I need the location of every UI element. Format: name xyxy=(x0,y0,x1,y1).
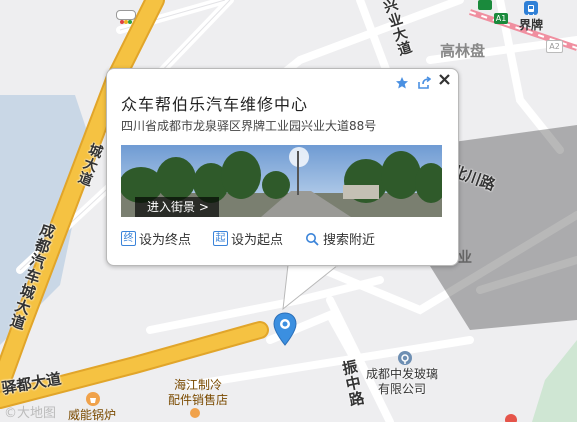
set-destination-button[interactable]: 终 设为终点 xyxy=(121,229,191,248)
search-nearby-button[interactable]: 搜索附近 xyxy=(305,229,375,248)
metro-station-icon xyxy=(524,1,538,16)
highway-shield-icon xyxy=(478,0,492,10)
poi-label-haijiang[interactable]: 海江制冷 配件销售店 xyxy=(168,378,228,408)
highway-badge-a2: A2 xyxy=(546,40,563,53)
search-nearby-label: 搜索附近 xyxy=(323,233,376,248)
traffic-light-icon xyxy=(116,10,136,24)
company-poi-icon[interactable] xyxy=(398,351,412,365)
set-origin-label: 设为起点 xyxy=(231,233,284,248)
streetview-thumbnail[interactable]: 进入街景 > xyxy=(121,145,442,217)
close-icon[interactable] xyxy=(439,70,450,89)
origin-icon: 起 xyxy=(213,231,229,246)
shop-poi-icon[interactable] xyxy=(86,392,100,406)
poi-icon-red[interactable] xyxy=(505,414,517,422)
destination-icon: 终 xyxy=(121,231,136,246)
popup-title: 众车帮伯乐汽车维修中心 xyxy=(121,95,309,114)
map-canvas[interactable]: 成都汽车城大道 城大道 驿都大道 兴业大道 振中路 北川路 高林盘 业 A1 A… xyxy=(0,0,577,422)
map-watermark: ©大地图 xyxy=(4,406,57,421)
set-origin-button[interactable]: 起 设为起点 xyxy=(213,229,283,248)
enter-streetview-button[interactable]: 进入街景 > xyxy=(135,197,219,217)
area-label-gaolinpan: 高林盘 xyxy=(440,42,486,60)
location-pin-icon[interactable] xyxy=(273,312,297,346)
popup-toolbar xyxy=(395,74,450,94)
station-label-jiepai: 界牌 xyxy=(519,18,544,32)
shop-poi-icon-2[interactable] xyxy=(190,408,200,418)
set-destination-label: 设为终点 xyxy=(139,233,192,248)
area-label-industry: 业 xyxy=(458,250,472,266)
place-info-popup[interactable]: 众车帮伯乐汽车维修中心 四川省成都市龙泉驿区界牌工业园兴业大道88号 进入街景 … xyxy=(106,68,459,266)
poi-label-fabo[interactable]: 成都中发玻璃 有限公司 xyxy=(366,367,438,397)
search-icon xyxy=(305,232,319,246)
share-icon[interactable] xyxy=(417,75,432,94)
poi-label-weineng[interactable]: 威能锅炉 xyxy=(68,408,116,422)
favorite-star-icon[interactable] xyxy=(395,75,409,94)
popup-actions: 终 设为终点 起 设为起点 搜索附近 xyxy=(121,229,375,248)
highway-badge-a1: A1 xyxy=(494,13,508,24)
popup-address: 四川省成都市龙泉驿区界牌工业园兴业大道88号 xyxy=(121,119,377,133)
